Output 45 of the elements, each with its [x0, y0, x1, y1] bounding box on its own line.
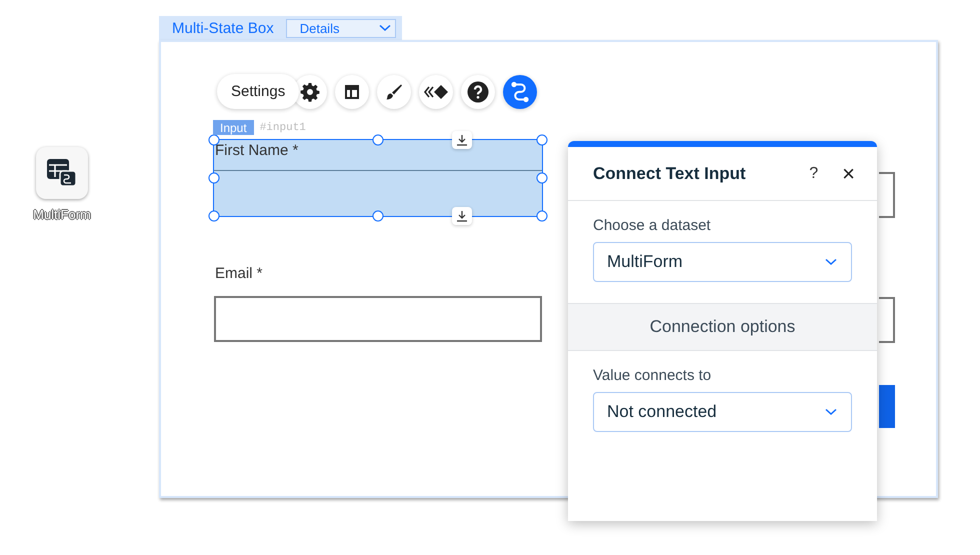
- input-field[interactable]: [879, 172, 895, 218]
- toolbar-button[interactable]: [377, 74, 412, 108]
- app-label: MultiForm: [33, 207, 91, 222]
- resize-handle[interactable]: [536, 172, 548, 184]
- chevron-icon: [825, 258, 837, 266]
- value-label: Value connects to: [593, 367, 712, 384]
- brush-icon: [385, 82, 404, 100]
- help-icon: [467, 80, 490, 102]
- field-label: Email *: [214, 265, 264, 284]
- dataset-label: Choose a dataset: [593, 217, 712, 234]
- close-button[interactable]: ×: [838, 162, 859, 184]
- resize-handle[interactable]: [372, 134, 384, 146]
- resize-handle[interactable]: [372, 210, 384, 222]
- chevron-icon: [378, 24, 391, 32]
- toolbar-button[interactable]: [419, 74, 454, 108]
- section-header: Connection options: [568, 303, 877, 351]
- resize-handle[interactable]: [208, 134, 220, 146]
- element-type: Input: [213, 120, 254, 135]
- download-icon[interactable]: [452, 131, 472, 149]
- field-label: First Name *: [214, 141, 300, 161]
- element-id: #input1: [258, 122, 307, 134]
- selected-input[interactable]: First Name *: [214, 140, 542, 216]
- panel-title: Connect Text Input: [593, 164, 747, 184]
- connect-icon: [510, 80, 530, 102]
- layout-icon: [344, 84, 360, 100]
- toolbar-button[interactable]: [335, 74, 370, 108]
- app-icon[interactable]: [36, 147, 88, 199]
- input-group[interactable]: Email *: [214, 265, 542, 342]
- input-field[interactable]: [214, 296, 542, 342]
- help-link[interactable]: ?: [801, 164, 826, 182]
- resize-handle[interactable]: [536, 210, 548, 222]
- resize-handle[interactable]: [536, 134, 548, 146]
- tooltip: Settings: [217, 74, 300, 109]
- input-field[interactable]: [879, 297, 895, 343]
- animation-icon: [423, 84, 450, 100]
- resize-handle[interactable]: [208, 210, 220, 222]
- state-dropdown[interactable]: Details: [286, 18, 396, 38]
- toolbar-button[interactable]: [461, 74, 496, 108]
- resize-handle[interactable]: [208, 172, 220, 184]
- value-dropdown[interactable]: Not connected: [593, 392, 852, 432]
- dataset-dropdown[interactable]: MultiForm: [593, 242, 852, 282]
- download-icon[interactable]: [452, 207, 472, 225]
- gear-icon: [300, 82, 320, 102]
- chevron-icon: [825, 408, 837, 416]
- box-title: Multi-State Box: [172, 20, 274, 36]
